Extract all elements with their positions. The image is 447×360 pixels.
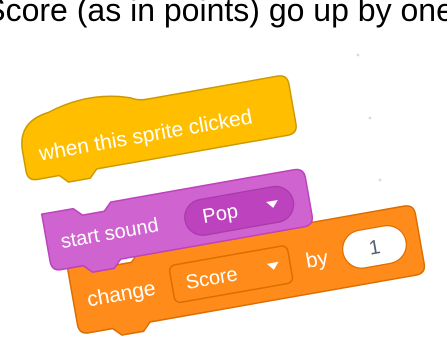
- grid-dot: [356, 53, 360, 57]
- script-area[interactable]: change Score by 1 start sound Pop when t…: [0, 0, 447, 360]
- script-stack[interactable]: change Score by 1 start sound Pop when t…: [15, 46, 427, 347]
- script-canvas: change Score by 1 start sound Pop when t…: [15, 46, 427, 347]
- when-sprite-clicked-hat-block[interactable]: when this sprite clicked: [15, 64, 299, 189]
- grid-dot: [368, 116, 372, 120]
- by-label: by: [304, 246, 330, 273]
- grid-dot: [378, 178, 382, 182]
